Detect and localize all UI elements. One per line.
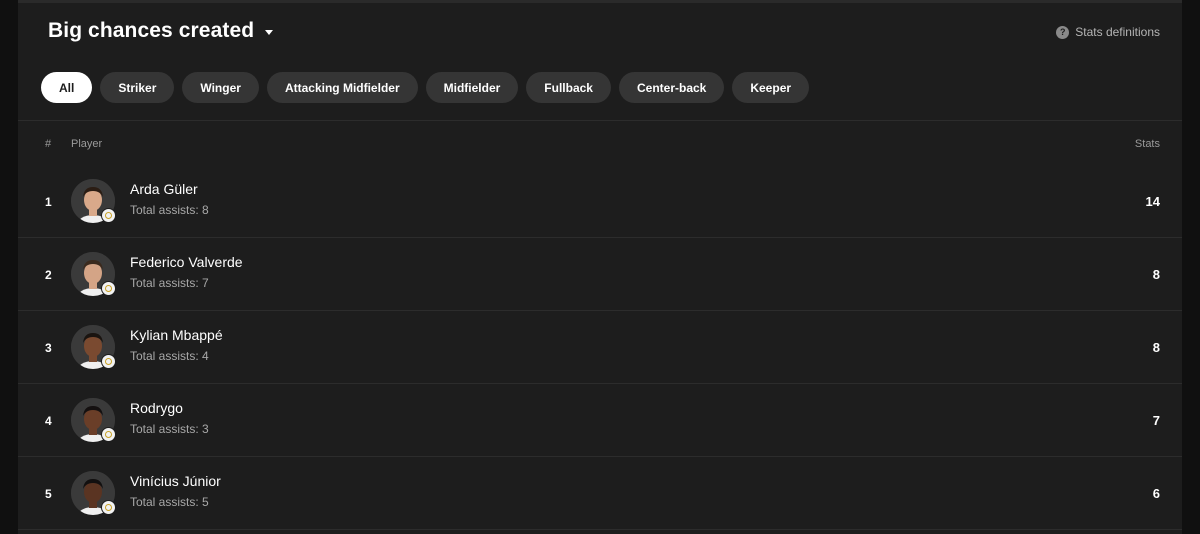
player-rank: 2 [45, 267, 52, 282]
row-divider [18, 529, 1182, 530]
stat-selector[interactable]: Big chances created [48, 19, 274, 43]
column-header-player: Player [71, 138, 103, 150]
player-assists: Total assists: 7 [130, 276, 209, 290]
table-row[interactable]: 3 Kylian Mbappé Total assists: 4 8 [18, 311, 1182, 384]
caret-down-icon [265, 29, 274, 35]
player-assists: Total assists: 4 [130, 349, 209, 363]
stats-definitions-link[interactable]: ? Stats definitions [1056, 25, 1160, 39]
club-crest-icon [101, 500, 116, 515]
table-row[interactable]: 4 Rodrygo Total assists: 3 7 [18, 384, 1182, 457]
filters-divider [18, 120, 1182, 121]
player-name[interactable]: Vinícius Júnior [130, 473, 221, 489]
player-avatar[interactable] [71, 471, 116, 515]
player-stat-value: 14 [1145, 194, 1160, 209]
player-assists: Total assists: 8 [130, 203, 209, 217]
club-crest-icon [101, 427, 116, 442]
help-icon: ? [1056, 25, 1070, 39]
position-filter-bar: All Striker Winger Attacking Midfielder … [41, 72, 810, 103]
player-avatar[interactable] [71, 325, 116, 369]
filter-chip-all[interactable]: All [41, 72, 93, 103]
stats-definitions-label: Stats definitions [1075, 25, 1160, 39]
column-header-rank: # [45, 138, 52, 150]
player-rank: 4 [45, 413, 52, 428]
player-stat-value: 8 [1152, 267, 1160, 282]
stats-panel: Big chances created ? Stats definitions … [18, 0, 1182, 534]
filter-chip-center-back[interactable]: Center-back [618, 72, 725, 103]
filter-chip-keeper[interactable]: Keeper [732, 72, 810, 103]
player-rank: 1 [45, 194, 52, 209]
club-crest-icon [101, 208, 116, 223]
player-assists: Total assists: 5 [130, 495, 209, 509]
table-row[interactable]: 5 Vinícius Júnior Total assists: 5 6 [18, 457, 1182, 530]
table-row[interactable]: 2 Federico Valverde Total assists: 7 8 [18, 238, 1182, 311]
top-border [18, 0, 1182, 3]
player-stat-value: 7 [1152, 413, 1160, 428]
filter-chip-winger[interactable]: Winger [182, 72, 259, 103]
player-stat-value: 8 [1152, 340, 1160, 355]
player-name[interactable]: Arda Güler [130, 181, 198, 197]
club-crest-icon [101, 354, 116, 369]
player-name[interactable]: Federico Valverde [130, 254, 243, 270]
column-header-stats: Stats [1134, 138, 1160, 150]
filter-chip-striker[interactable]: Striker [100, 72, 175, 103]
player-name[interactable]: Kylian Mbappé [130, 327, 223, 343]
player-avatar[interactable] [71, 398, 116, 442]
player-stat-value: 6 [1152, 486, 1160, 501]
player-rank: 3 [45, 340, 52, 355]
page-title: Big chances created [48, 19, 255, 42]
filter-chip-fullback[interactable]: Fullback [526, 72, 611, 103]
filter-chip-attacking-midfielder[interactable]: Attacking Midfielder [266, 72, 418, 103]
player-assists: Total assists: 3 [130, 422, 209, 436]
player-rank: 5 [45, 486, 52, 501]
player-avatar[interactable] [71, 252, 116, 296]
player-avatar[interactable] [71, 179, 116, 223]
club-crest-icon [101, 281, 116, 296]
player-name[interactable]: Rodrygo [130, 400, 183, 416]
filter-chip-midfielder[interactable]: Midfielder [425, 72, 519, 103]
table-row[interactable]: 1 Arda Güler Total assists: 8 14 [18, 165, 1182, 238]
